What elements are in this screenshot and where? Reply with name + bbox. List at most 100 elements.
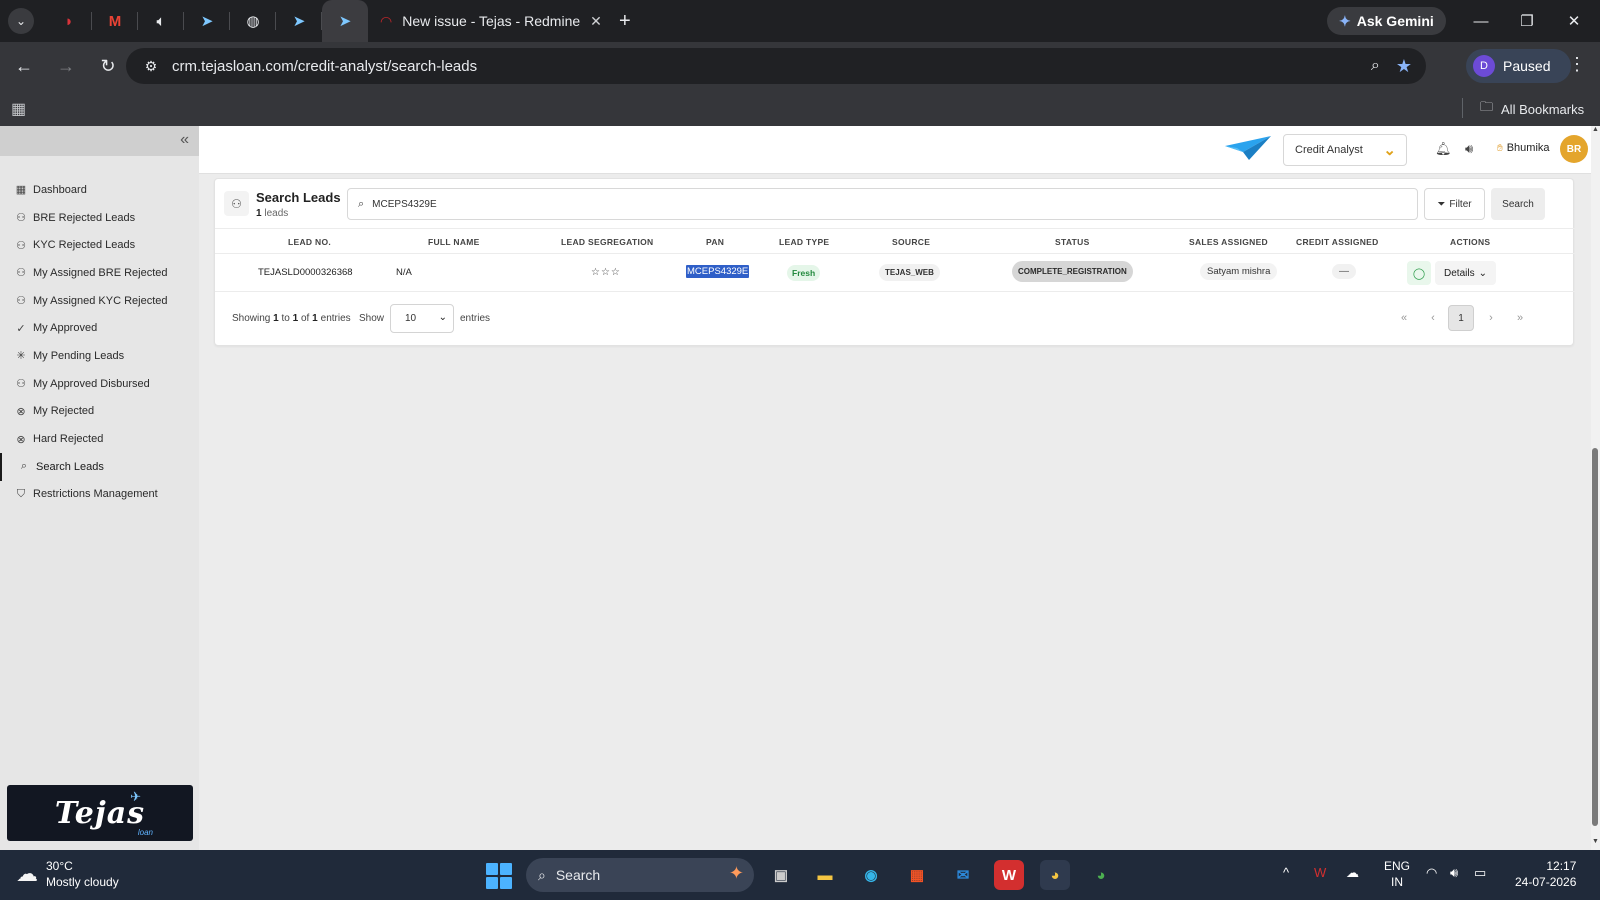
store-icon[interactable]: ▦ [902, 860, 932, 890]
address-bar-row: ← → ↻ ⚙ crm.tejasloan.com/credit-analyst… [0, 42, 1600, 90]
collapse-sidebar-icon[interactable]: « [180, 131, 189, 149]
new-tab-button[interactable]: + [619, 10, 631, 33]
lead-type-badge: Fresh [787, 265, 821, 281]
sidebar-item-my-rejected[interactable]: ⊗ My Rejected [0, 398, 199, 426]
profile-button[interactable]: D Paused [1466, 49, 1571, 83]
date: 24-07-2026 [1515, 875, 1577, 889]
check-circle-icon: ✓ [16, 322, 26, 335]
file-explorer-icon[interactable]: ▬ [810, 860, 840, 890]
browser-menu-icon[interactable]: ⋮ [1568, 54, 1586, 75]
sidebar-item-restrictions-management[interactable]: ⛉ Restrictions Management [0, 481, 199, 509]
wifi-icon[interactable]: ◠ [1426, 865, 1437, 881]
speaker-icon[interactable]: 🔊︎ [1465, 141, 1473, 157]
filter-button[interactable]: ⏷ Filter [1424, 188, 1485, 220]
sidebar-item-label: My Rejected [33, 405, 95, 418]
forward-button[interactable]: → [48, 48, 84, 84]
lead-no-cell[interactable]: TEJASLD0000326368 [258, 267, 353, 278]
battery-icon[interactable]: ▭ [1474, 865, 1486, 881]
chevron-down-icon: ⌄ [1478, 267, 1487, 279]
zoom-icon[interactable]: ⌕ [1371, 57, 1380, 75]
avatar[interactable]: BR [1560, 135, 1588, 163]
restore-button[interactable]: ❐ [1504, 0, 1550, 42]
ask-gemini-button[interactable]: ✦ Ask Gemini [1327, 7, 1446, 35]
clock[interactable]: 12:17 24-07-2026 [1515, 858, 1576, 890]
first-page-button[interactable]: « [1391, 305, 1417, 331]
all-bookmarks-button[interactable]: 🗀︎ All Bookmarks [1480, 98, 1584, 120]
last-page-button[interactable]: » [1507, 305, 1533, 331]
sidebar-item-search-leads[interactable]: ⌕ Search Leads [0, 452, 199, 481]
table-header: LEAD NO. FULL NAME LEAD SEGREGATION PAN … [215, 229, 1575, 254]
segregation-stars[interactable]: ☆☆☆ [591, 267, 621, 278]
scroll-down-arrow[interactable]: ▼ [1591, 838, 1600, 848]
current-page-button[interactable]: 1 [1448, 305, 1474, 331]
edge-icon[interactable]: ◉ [856, 860, 886, 890]
user-check-icon: ⚇ [16, 295, 26, 308]
pinned-tab-tejas-1[interactable]: ➤ [184, 0, 230, 42]
sidebar-item-dashboard[interactable]: ▦ Dashboard [0, 176, 199, 204]
showing-of-word: of [300, 313, 310, 324]
page-size-select[interactable]: 10 ⌄ [390, 304, 454, 333]
sidebar-collapse-bar: « [0, 126, 199, 156]
pinned-tab-gmail[interactable]: M [92, 0, 138, 42]
details-button[interactable]: Details ⌄ [1435, 261, 1496, 285]
back-button[interactable]: ← [6, 48, 42, 84]
tray-chevron-up-icon[interactable]: ^ [1283, 865, 1289, 880]
onedrive-icon[interactable]: ☁ [1346, 865, 1359, 881]
sidebar-item-bre-rejected-leads[interactable]: ⚇ BRE Rejected Leads [0, 204, 199, 232]
apps-grid-icon[interactable]: ▦ [11, 99, 26, 119]
close-window-button[interactable]: ✕ [1551, 0, 1597, 42]
tab-search-dropdown[interactable]: ⌄ [8, 8, 34, 34]
bookmark-star-icon[interactable]: ★ [1396, 56, 1412, 77]
pinned-tab-globe[interactable]: ◍ [230, 0, 276, 42]
omnibox[interactable]: ⚙ crm.tejasloan.com/credit-analyst/searc… [126, 48, 1426, 84]
sidebar-item-label: My Approved Disbursed [33, 377, 150, 390]
sidebar-item-label: My Assigned KYC Rejected [33, 294, 168, 307]
pinned-tab-tejas-2[interactable]: ➤ [276, 0, 322, 42]
search-button[interactable]: Search [1491, 188, 1545, 220]
volume-icon[interactable]: 🔊︎ [1450, 865, 1458, 881]
site-settings-icon[interactable]: ⚙ [136, 58, 166, 75]
windows-start-icon[interactable] [486, 863, 512, 889]
gemini-star-icon: ✦ [1339, 12, 1351, 29]
sidebar-item-my-approved-disbursed[interactable]: ⚇ My Approved Disbursed [0, 370, 199, 398]
language-indicator[interactable]: ENG IN [1384, 858, 1410, 890]
brand-plane-icon [1225, 136, 1271, 160]
bell-icon[interactable]: 🔔︎ [1435, 141, 1452, 157]
chat-icon[interactable]: ◯ [1407, 261, 1431, 285]
chrome-icon[interactable]: ◕ [1040, 860, 1070, 890]
reload-button[interactable]: ↻ [90, 48, 126, 84]
weather-widget[interactable]: ☁ 30°C Mostly cloudy [16, 858, 119, 890]
outlook-icon[interactable]: ✉ [948, 860, 978, 890]
taskbar-search[interactable]: ⌕ Search ✦ [526, 858, 754, 892]
sidebar-item-kyc-rejected-leads[interactable]: ⚇ KYC Rejected Leads [0, 231, 199, 259]
card-header: ⚇ Search Leads 1 leads ⌕ ⏷ Filter Search [215, 179, 1575, 229]
close-tab-icon[interactable]: ✕ [590, 13, 602, 30]
sidebar-item-hard-rejected[interactable]: ⊗ Hard Rejected [0, 425, 199, 453]
search-input[interactable] [372, 198, 1417, 210]
prev-page-button[interactable]: ‹ [1420, 305, 1446, 331]
role-select[interactable]: Credit Analyst ⌄ [1283, 134, 1407, 166]
pinned-tab-tejas-active[interactable]: ➤ [322, 0, 368, 42]
minimize-button[interactable]: — [1458, 0, 1504, 42]
pinned-tab-audio[interactable]: 🔈︎ [138, 0, 184, 42]
task-view-icon[interactable]: ▣ [766, 860, 796, 890]
tray-app-icon[interactable]: W [1314, 865, 1326, 880]
tab-redmine[interactable]: ◠ New issue - Tejas - Redmine ✕ [368, 0, 613, 42]
pinned-tab-1[interactable]: ◗ [46, 0, 92, 42]
url-text[interactable]: crm.tejasloan.com/credit-analyst/search-… [172, 58, 1371, 75]
wps-icon[interactable]: W [994, 860, 1024, 890]
scroll-up-arrow[interactable]: ▲ [1591, 126, 1600, 136]
search-field[interactable]: ⌕ [347, 188, 1418, 220]
sidebar-item-my-pending-leads[interactable]: ✳ My Pending Leads [0, 342, 199, 370]
pan-cell: MCEPS4329E [686, 265, 750, 278]
chevron-down-icon: ⌄ [1383, 142, 1396, 159]
sidebar-item-my-approved[interactable]: ✓ My Approved [0, 314, 199, 342]
user-menu[interactable]: ✋︎ Bhumika [1497, 142, 1550, 154]
col-lead-segregation: LEAD SEGREGATION [561, 237, 654, 247]
scrollbar-thumb[interactable] [1592, 448, 1598, 826]
sidebar-item-my-assigned-bre-rejected[interactable]: ⚇ My Assigned BRE Rejected [0, 259, 199, 287]
next-page-button[interactable]: › [1478, 305, 1504, 331]
chrome-profile-icon[interactable]: ◕ [1086, 860, 1116, 890]
sidebar-item-my-assigned-kyc-rejected[interactable]: ⚇ My Assigned KYC Rejected [0, 287, 199, 315]
table-row: TEJASLD0000326368 N/A ☆☆☆ MCEPS4329E Fre… [215, 254, 1575, 292]
